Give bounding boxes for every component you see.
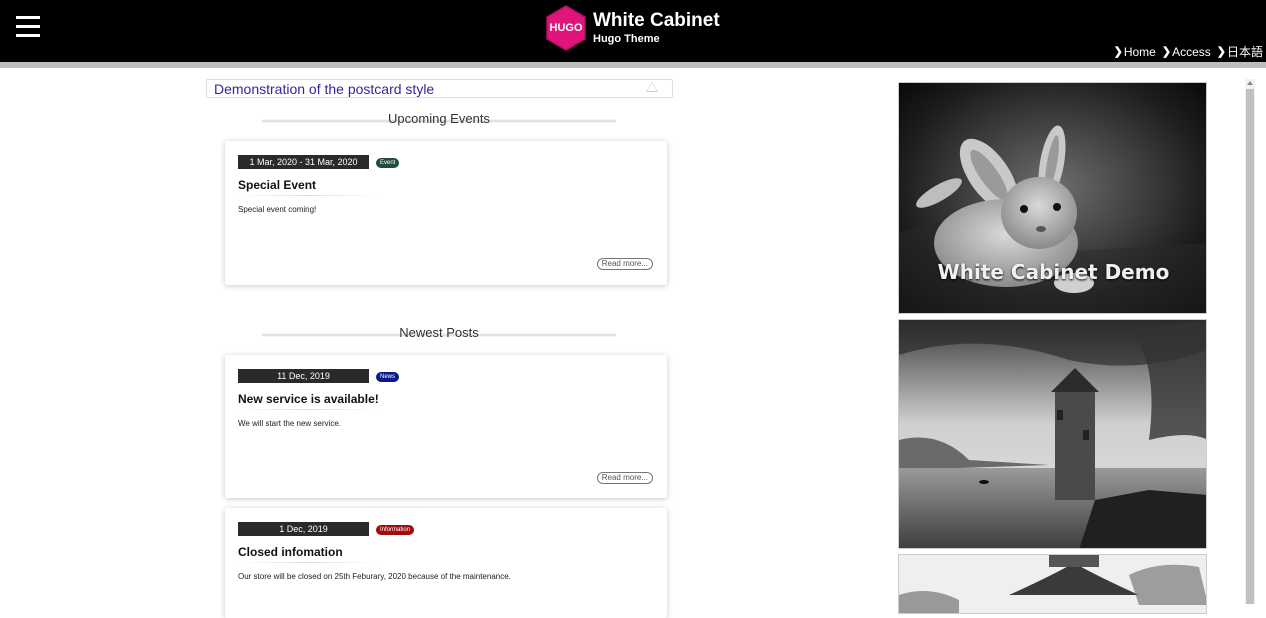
hugo-logo-icon: HUGO bbox=[545, 5, 587, 51]
temple-image[interactable] bbox=[898, 554, 1207, 614]
header-divider bbox=[0, 62, 1266, 68]
card-text: Special event coming! bbox=[238, 205, 317, 214]
chevron-right-icon: ❯ bbox=[1113, 46, 1123, 58]
nav-home[interactable]: ❯ Home bbox=[1114, 43, 1156, 60]
card-date: 1 Dec, 2019 bbox=[238, 522, 369, 536]
post-card[interactable]: 11 Dec, 2019 News New service is availab… bbox=[225, 355, 667, 498]
nav-language[interactable]: ❯ 日本語 bbox=[1217, 43, 1263, 60]
category-badge[interactable]: Event bbox=[376, 158, 400, 168]
card-title[interactable]: New service is available! bbox=[238, 392, 379, 406]
read-more-button[interactable]: Read more... bbox=[596, 472, 653, 484]
upcoming-events-heading: Upcoming Events bbox=[262, 111, 616, 129]
notice-accordion[interactable]: Demonstration of the postcard style bbox=[206, 79, 673, 98]
site-header: HUGO White Cabinet Hugo Theme ❯ Home ❯ Acc… bbox=[0, 0, 1266, 62]
notice-text: Demonstration of the postcard style bbox=[214, 81, 435, 97]
card-date: 1 Mar, 2020 - 31 Mar, 2020 bbox=[238, 155, 369, 169]
title-divider bbox=[238, 409, 378, 410]
card-title[interactable]: Special Event bbox=[238, 178, 316, 192]
site-brand[interactable]: HUGO White Cabinet Hugo Theme bbox=[545, 4, 720, 52]
nav-home-label: Home bbox=[1123, 44, 1156, 59]
title-divider bbox=[238, 195, 378, 196]
nav-access[interactable]: ❯ Access bbox=[1162, 43, 1211, 60]
title-divider bbox=[238, 562, 378, 563]
scrollbar-thumb[interactable] bbox=[1246, 89, 1254, 604]
event-card[interactable]: 1 Mar, 2020 - 31 Mar, 2020 Event Special… bbox=[225, 141, 667, 285]
section-heading-label: Upcoming Events bbox=[388, 111, 490, 126]
scroll-up-icon[interactable] bbox=[1247, 81, 1253, 85]
category-badge[interactable]: News bbox=[376, 372, 400, 382]
top-navigation: ❯ Home ❯ Access ❯ 日本語 bbox=[1114, 43, 1263, 60]
site-title: White Cabinet bbox=[593, 10, 720, 31]
card-date: 11 Dec, 2019 bbox=[238, 369, 369, 383]
nav-access-label: Access bbox=[1172, 44, 1211, 59]
rabbit-banner-image[interactable]: White Cabinet Demo bbox=[898, 82, 1207, 314]
page-scrollbar[interactable] bbox=[1245, 79, 1255, 604]
banner-caption: White Cabinet Demo bbox=[937, 260, 1170, 284]
chevron-right-icon: ❯ bbox=[1161, 46, 1172, 58]
menu-icon[interactable] bbox=[16, 16, 40, 38]
collapse-arrow-icon[interactable] bbox=[646, 82, 658, 92]
read-more-button[interactable]: Read more... bbox=[596, 258, 653, 270]
card-text: Our store will be closed on 25th Feburar… bbox=[238, 572, 511, 581]
category-badge[interactable]: Information bbox=[376, 525, 415, 535]
logo-text: HUGO bbox=[549, 22, 583, 34]
card-text: We will start the new service. bbox=[238, 419, 341, 428]
chevron-right-icon: ❯ bbox=[1216, 46, 1226, 58]
castle-lake-image[interactable] bbox=[898, 319, 1207, 549]
nav-language-label: 日本語 bbox=[1226, 45, 1263, 59]
post-card[interactable]: 1 Dec, 2019 Information Closed infomatio… bbox=[225, 508, 667, 618]
newest-posts-heading: Newest Posts bbox=[262, 325, 616, 343]
section-heading-label: Newest Posts bbox=[399, 325, 479, 340]
card-title[interactable]: Closed infomation bbox=[238, 545, 343, 559]
site-subtitle: Hugo Theme bbox=[593, 33, 660, 45]
